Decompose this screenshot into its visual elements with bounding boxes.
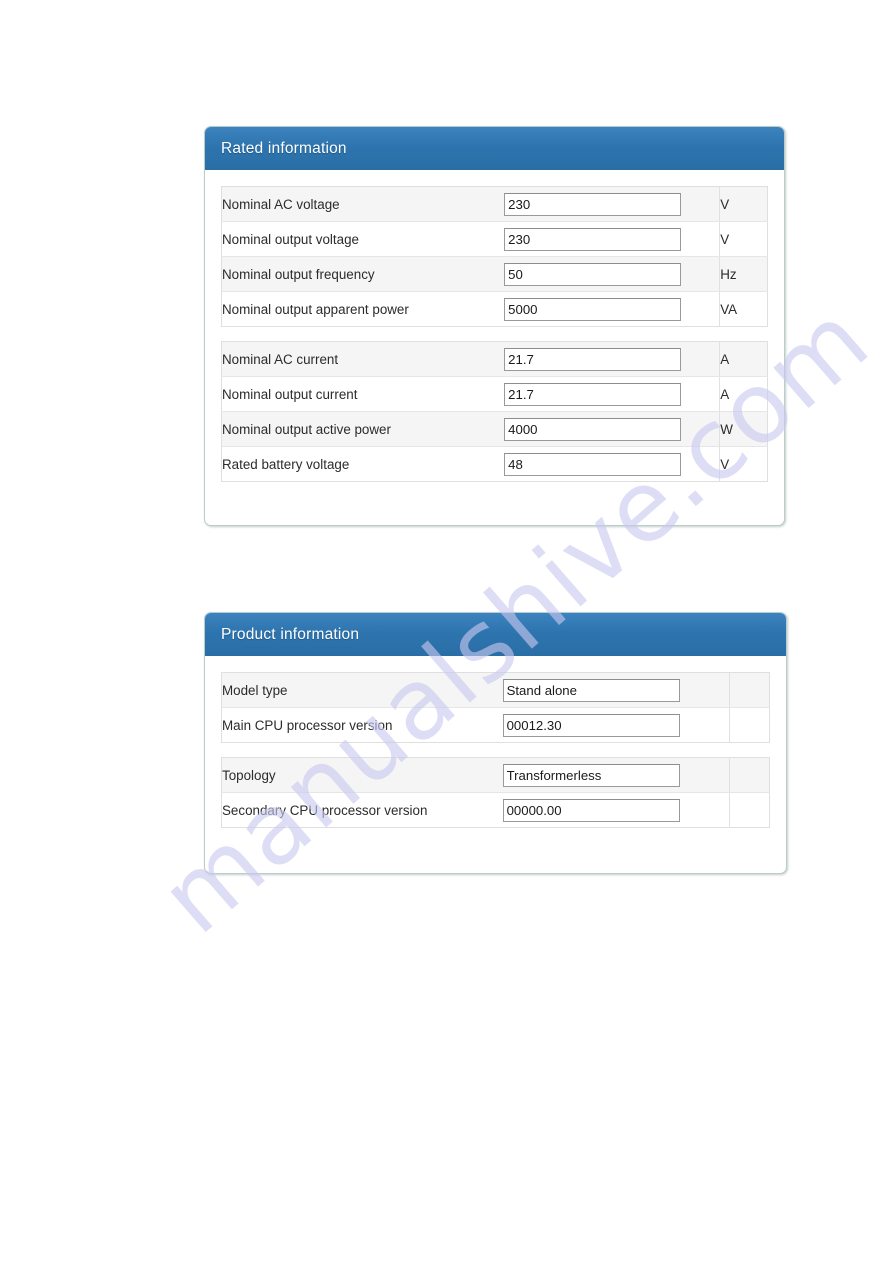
- rated-info-group-2: Nominal AC current A Nominal output curr…: [221, 341, 768, 482]
- row-label: Nominal output active power: [221, 411, 505, 447]
- panel-title-rated-information: Rated information: [205, 127, 784, 170]
- row-label: Secondary CPU processor version: [221, 792, 503, 828]
- row-value-cell: [504, 256, 720, 292]
- table-row: Nominal output current A: [221, 376, 768, 412]
- table-row: Nominal output frequency Hz: [221, 256, 768, 292]
- rated-info-group-1: Nominal AC voltage V Nominal output volt…: [221, 186, 768, 327]
- row-label: Topology: [221, 757, 503, 793]
- row-unit: W: [719, 411, 768, 447]
- table-row: Nominal output apparent power VA: [221, 291, 768, 327]
- row-label: Nominal output apparent power: [221, 291, 505, 327]
- nominal-ac-current-input[interactable]: [504, 347, 682, 371]
- row-unit: [728, 757, 770, 793]
- row-value-cell: [504, 291, 720, 327]
- model-type-input[interactable]: [502, 678, 680, 702]
- row-value-cell: [502, 672, 730, 708]
- row-label: Rated battery voltage: [221, 446, 505, 482]
- table-row: Nominal output voltage V: [221, 221, 768, 257]
- nominal-output-current-input[interactable]: [504, 382, 682, 406]
- row-value-cell: [502, 707, 730, 743]
- row-unit: VA: [719, 291, 768, 327]
- panel-rated-information: Rated information Nominal AC voltage V N…: [204, 126, 785, 526]
- nominal-output-voltage-input[interactable]: [504, 227, 682, 251]
- row-label: Model type: [221, 672, 503, 708]
- row-unit: V: [719, 446, 768, 482]
- panel-title-product-information: Product information: [205, 613, 786, 656]
- nominal-output-active-power-input[interactable]: [504, 417, 682, 441]
- page-root: manualshive.com Rated information Nomina…: [0, 0, 893, 1263]
- product-info-group-1: Model type Main CPU processor version: [221, 672, 770, 743]
- table-row: Model type: [221, 672, 770, 708]
- row-unit: Hz: [719, 256, 768, 292]
- row-value-cell: [504, 221, 720, 257]
- secondary-cpu-processor-version-input[interactable]: [502, 798, 680, 822]
- table-row: Rated battery voltage V: [221, 446, 768, 482]
- table-row: Main CPU processor version: [221, 707, 770, 743]
- row-label: Nominal output frequency: [221, 256, 505, 292]
- nominal-output-apparent-power-input[interactable]: [504, 297, 682, 321]
- row-value-cell: [502, 792, 730, 828]
- table-row: Secondary CPU processor version: [221, 792, 770, 828]
- table-row: Nominal output active power W: [221, 411, 768, 447]
- row-unit: V: [719, 221, 768, 257]
- panel-body-product-information: Model type Main CPU processor version: [205, 656, 786, 846]
- row-unit: V: [719, 186, 768, 222]
- panel-body-rated-information: Nominal AC voltage V Nominal output volt…: [205, 170, 784, 500]
- row-unit: A: [719, 341, 768, 377]
- row-value-cell: [504, 186, 720, 222]
- row-label: Nominal AC current: [221, 341, 505, 377]
- rated-battery-voltage-input[interactable]: [504, 452, 682, 476]
- row-value-cell: [504, 376, 720, 412]
- row-label: Nominal AC voltage: [221, 186, 505, 222]
- topology-input[interactable]: [502, 763, 680, 787]
- product-info-group-2: Topology Secondary CPU processor version: [221, 757, 770, 828]
- row-value-cell: [504, 446, 720, 482]
- panel-product-information: Product information Model type Main CPU …: [204, 612, 787, 874]
- table-row: Nominal AC current A: [221, 341, 768, 377]
- table-row: Nominal AC voltage V: [221, 186, 768, 222]
- row-value-cell: [504, 411, 720, 447]
- row-value-cell: [504, 341, 720, 377]
- main-cpu-processor-version-input[interactable]: [502, 713, 680, 737]
- row-label: Nominal output voltage: [221, 221, 505, 257]
- row-value-cell: [502, 757, 730, 793]
- nominal-output-frequency-input[interactable]: [504, 262, 682, 286]
- row-label: Nominal output current: [221, 376, 505, 412]
- row-label: Main CPU processor version: [221, 707, 503, 743]
- row-unit: [728, 792, 770, 828]
- row-unit: [728, 707, 770, 743]
- row-unit: A: [719, 376, 768, 412]
- row-unit: [728, 672, 770, 708]
- table-row: Topology: [221, 757, 770, 793]
- nominal-ac-voltage-input[interactable]: [504, 192, 682, 216]
